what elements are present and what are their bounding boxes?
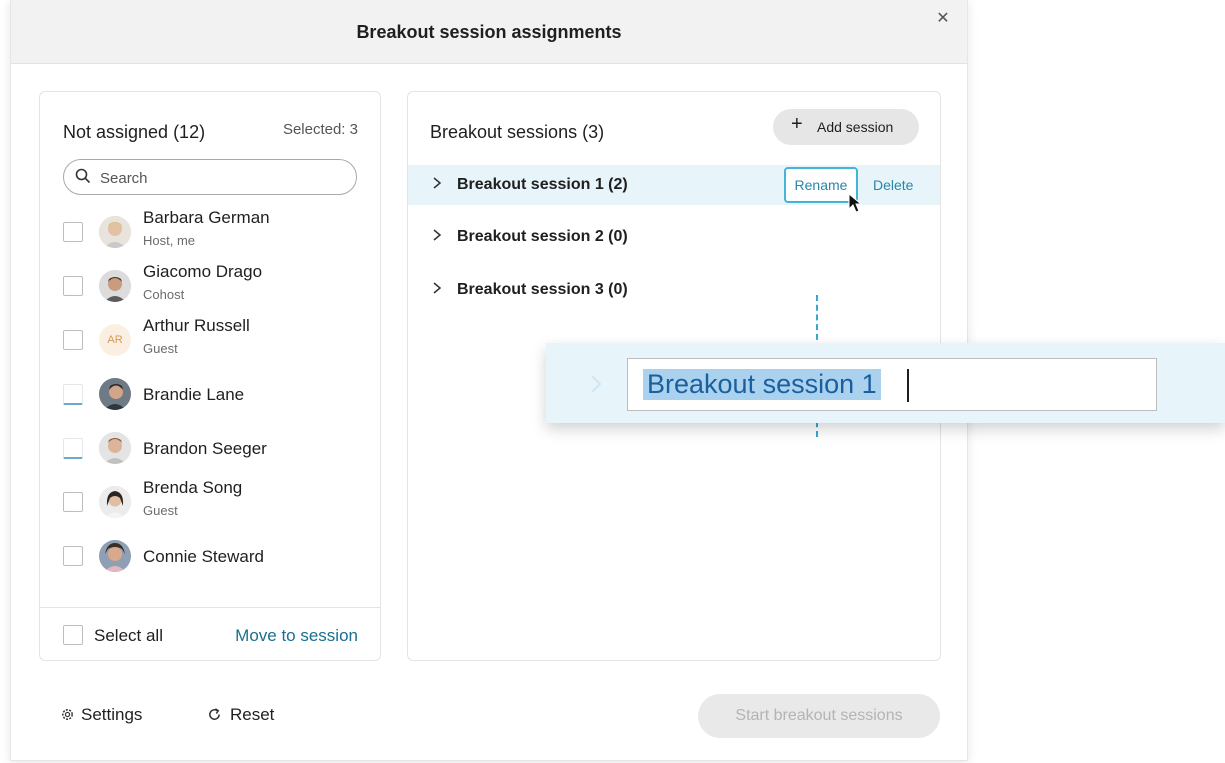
add-session-label: Add session bbox=[817, 119, 894, 135]
session-row[interactable]: Breakout session 2 (0) bbox=[408, 217, 940, 257]
delete-link[interactable]: Delete bbox=[873, 177, 913, 193]
session-row[interactable]: Breakout session 1 (2) Rename Delete bbox=[408, 165, 940, 213]
add-session-button[interactable]: + Add session bbox=[773, 109, 919, 145]
participant-checkbox[interactable] bbox=[63, 492, 83, 512]
dialog-header: Breakout session assignments ✕ bbox=[11, 0, 967, 64]
chevron-right-icon[interactable] bbox=[432, 175, 442, 191]
participant-name: Arthur Russell bbox=[143, 316, 250, 335]
not-assigned-panel: Not assigned (12) Selected: 3 Barbara Ge… bbox=[39, 91, 381, 661]
session-name: Breakout session 2 (0) bbox=[457, 228, 628, 245]
move-to-session-link[interactable]: Move to session bbox=[235, 626, 358, 646]
rename-input-value: Breakout session 1 bbox=[643, 369, 881, 400]
text-caret bbox=[907, 369, 909, 402]
participant-name: Connie Steward bbox=[143, 547, 264, 566]
avatar bbox=[99, 540, 131, 572]
participant-name: Giacomo Drago bbox=[143, 262, 263, 281]
reset-label: Reset bbox=[230, 705, 275, 724]
participant-row[interactable]: Barbara German Host, me bbox=[63, 208, 363, 256]
close-icon[interactable]: ✕ bbox=[935, 10, 951, 28]
participant-row[interactable]: Connie Steward bbox=[63, 532, 363, 580]
settings-label: Settings bbox=[81, 705, 143, 724]
plus-icon: + bbox=[791, 113, 803, 135]
rename-button[interactable]: Rename bbox=[784, 167, 858, 203]
participant-checkbox[interactable] bbox=[63, 222, 83, 242]
rename-input[interactable]: Breakout session 1 bbox=[627, 358, 1157, 411]
participant-role: Host, me bbox=[143, 233, 196, 248]
avatar bbox=[99, 432, 131, 464]
participant-row[interactable]: AR Arthur Russell Guest bbox=[63, 316, 363, 364]
participant-row[interactable]: Brenda Song Guest bbox=[63, 478, 363, 526]
search-input[interactable] bbox=[98, 164, 347, 192]
start-breakout-sessions-button[interactable]: Start breakout sessions bbox=[698, 694, 940, 738]
chevron-right-icon[interactable] bbox=[432, 280, 442, 296]
reset-icon bbox=[209, 708, 220, 720]
selected-count: Selected: 3 bbox=[282, 121, 358, 138]
participant-row[interactable]: Brandon Seeger bbox=[63, 424, 363, 472]
session-name: Breakout session 3 (0) bbox=[457, 281, 628, 298]
participant-checkbox[interactable] bbox=[63, 330, 83, 350]
avatar-initials: AR bbox=[99, 324, 131, 356]
participant-name: Brandon Seeger bbox=[143, 439, 267, 458]
avatar bbox=[99, 378, 131, 410]
participant-checkbox[interactable] bbox=[63, 384, 83, 405]
participant-checkbox[interactable] bbox=[63, 546, 83, 566]
participant-name: Barbara German bbox=[143, 208, 270, 227]
avatar bbox=[99, 216, 131, 248]
avatar bbox=[99, 486, 131, 518]
settings-button[interactable]: Settings bbox=[60, 705, 142, 725]
not-assigned-title: Not assigned (12) bbox=[63, 122, 206, 142]
select-all-label[interactable]: Select all bbox=[94, 626, 163, 646]
participant-row[interactable]: Brandie Lane bbox=[63, 370, 363, 418]
search-box[interactable] bbox=[63, 159, 357, 195]
participant-row[interactable]: Giacomo Drago Cohost bbox=[63, 262, 363, 310]
chevron-right-icon[interactable] bbox=[432, 227, 442, 243]
rename-callout: Breakout session 1 bbox=[546, 343, 1225, 423]
dialog-title: Breakout session assignments bbox=[356, 22, 622, 42]
avatar bbox=[99, 270, 131, 302]
session-row[interactable]: Breakout session 3 (0) bbox=[408, 270, 940, 310]
gear-icon bbox=[62, 709, 73, 720]
participant-role: Guest bbox=[143, 341, 178, 356]
search-icon bbox=[75, 168, 91, 184]
participant-role: Cohost bbox=[143, 287, 185, 302]
session-name: Breakout session 1 (2) bbox=[457, 176, 628, 193]
select-all-checkbox[interactable] bbox=[63, 625, 83, 645]
participant-name: Brandie Lane bbox=[143, 385, 245, 404]
left-footer: Select all Move to session bbox=[40, 607, 380, 661]
chevron-right-icon bbox=[591, 375, 602, 393]
mouse-cursor-icon bbox=[848, 193, 863, 213]
participant-name: Brenda Song bbox=[143, 478, 243, 497]
participant-checkbox[interactable] bbox=[63, 438, 83, 459]
reset-button[interactable]: Reset bbox=[207, 705, 274, 725]
breakout-sessions-title: Breakout sessions (3) bbox=[430, 122, 605, 142]
participant-role: Guest bbox=[143, 503, 178, 518]
participant-checkbox[interactable] bbox=[63, 276, 83, 296]
